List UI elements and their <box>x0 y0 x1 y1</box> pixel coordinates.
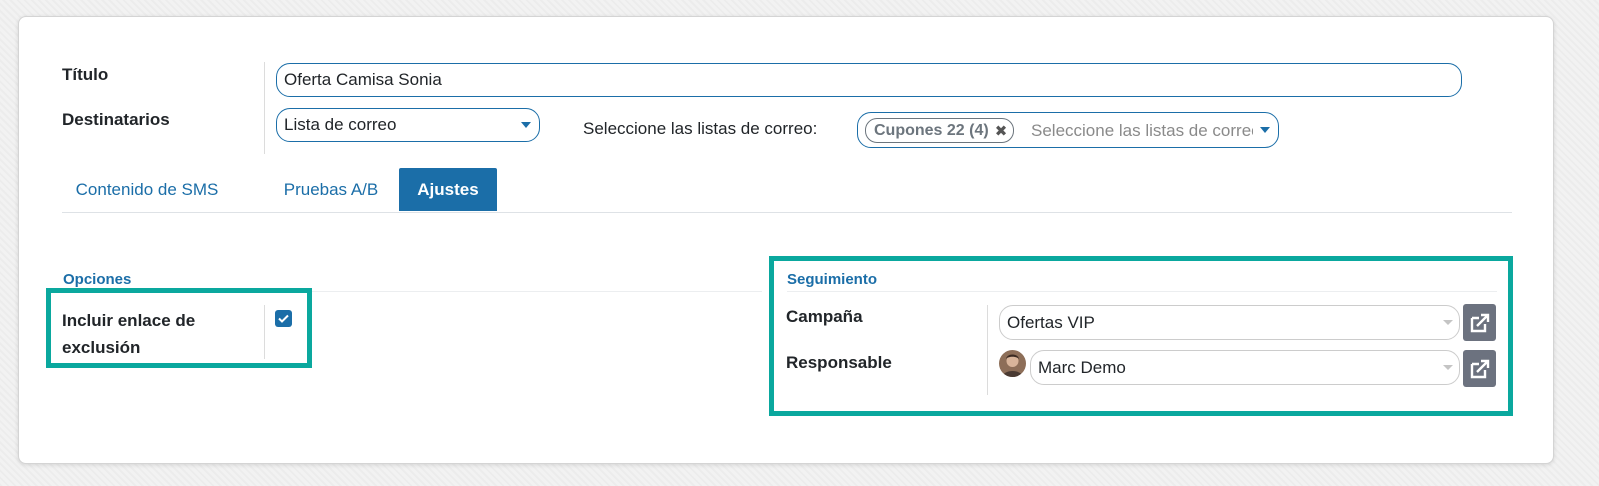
chevron-down-icon <box>1443 365 1453 370</box>
recipients-label: Destinatarios <box>62 110 170 129</box>
recipients-select-value: Lista de correo <box>284 115 397 134</box>
chevron-down-icon <box>1443 320 1453 325</box>
campaign-select[interactable]: Ofertas VIP <box>999 305 1460 340</box>
tab-ab-testing[interactable]: Pruebas A/B <box>262 169 400 211</box>
title-label: Título <box>62 65 109 84</box>
responsible-label: Responsable <box>786 353 892 372</box>
avatar <box>999 350 1026 377</box>
tabs-divider <box>62 212 1512 213</box>
responsible-select-value: Marc Demo <box>1038 357 1126 377</box>
remove-tag-icon[interactable]: ✖ <box>995 122 1008 140</box>
mailing-list-tag-label: Cupones 22 (4) <box>874 121 989 139</box>
campaign-external-button[interactable] <box>1463 304 1496 341</box>
tracking-label-separator <box>987 305 988 395</box>
external-link-icon <box>1470 313 1489 332</box>
mailing-lists-select[interactable]: Cupones 22 (4) ✖ Seleccione las listas d… <box>857 112 1279 148</box>
tracking-divider <box>787 291 1497 292</box>
chevron-down-icon <box>521 122 531 128</box>
label-separator <box>264 62 265 154</box>
options-section-title: Opciones <box>63 271 132 288</box>
unsubscribe-checkbox[interactable] <box>275 310 292 327</box>
tracking-section-title: Seguimiento <box>787 271 878 288</box>
title-input[interactable]: Oferta Camisa Sonia <box>276 63 1462 97</box>
title-input-value: Oferta Camisa Sonia <box>284 70 442 89</box>
responsible-external-button[interactable] <box>1463 350 1496 387</box>
unsubscribe-label: Incluir enlace de exclusión <box>62 311 196 357</box>
tab-sms-content[interactable]: Contenido de SMS <box>62 169 232 211</box>
mailing-lists-placeholder: Seleccione las listas de correo <box>1031 121 1253 140</box>
external-link-icon <box>1470 359 1489 378</box>
options-label-separator <box>264 305 265 359</box>
mailing-list-tag: Cupones 22 (4) ✖ <box>865 118 1015 143</box>
chevron-down-icon <box>1260 127 1270 133</box>
responsible-select[interactable]: Marc Demo <box>1030 350 1460 385</box>
recipients-select[interactable]: Lista de correo <box>276 108 540 142</box>
campaign-label: Campaña <box>786 307 863 326</box>
campaign-select-value: Ofertas VIP <box>1007 312 1095 332</box>
mailing-lists-label: Seleccione las listas de correo: <box>583 119 818 138</box>
form-sheet: Título Oferta Camisa Sonia Destinatarios… <box>18 16 1554 464</box>
tab-settings[interactable]: Ajustes <box>399 168 497 211</box>
check-icon <box>278 314 289 323</box>
